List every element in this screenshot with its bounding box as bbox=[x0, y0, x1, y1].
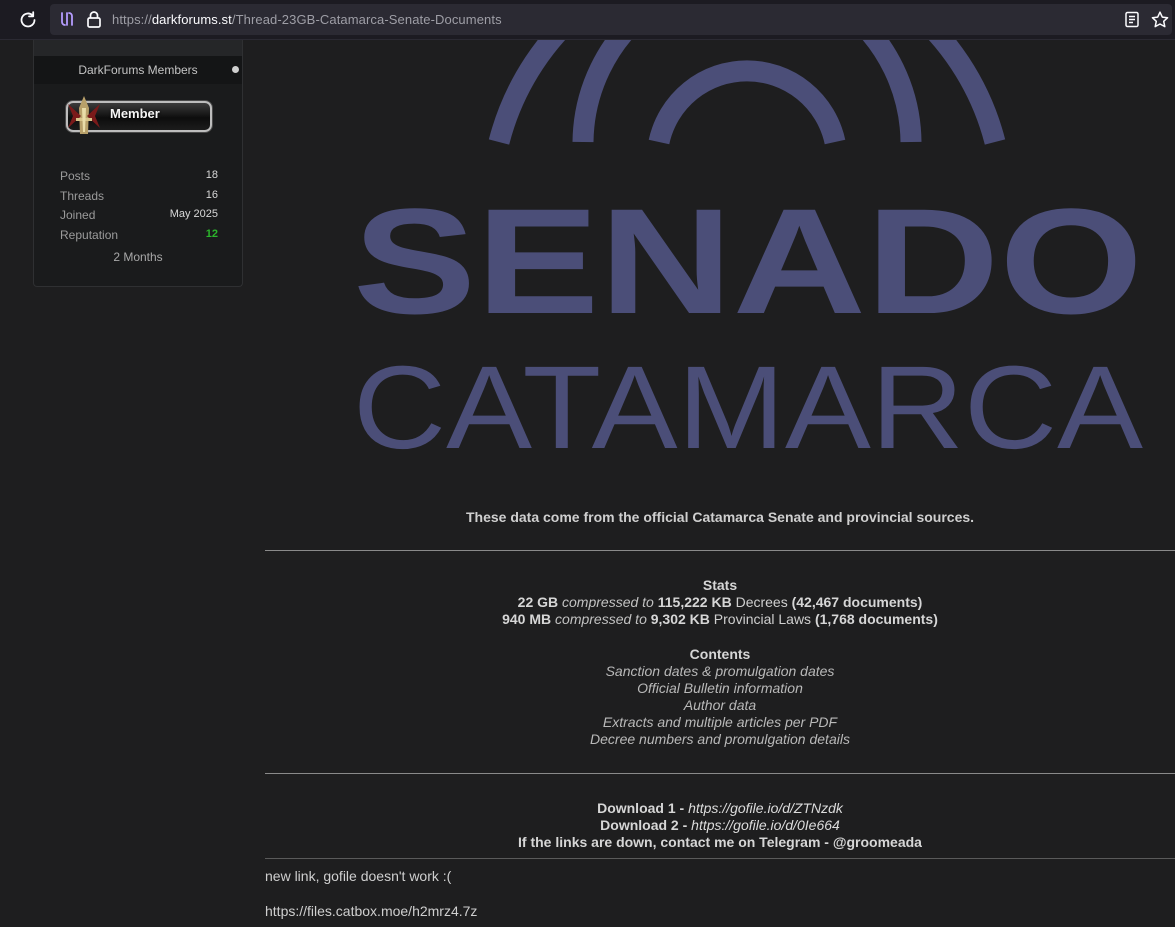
download-link-1[interactable]: https://gofile.io/d/ZTNzdk bbox=[688, 800, 843, 816]
divider bbox=[265, 550, 1175, 551]
stat-count: (42,467 documents) bbox=[791, 594, 923, 610]
stats-heading: Stats bbox=[702, 577, 738, 593]
usergroup-header: DarkForums Members bbox=[34, 56, 242, 84]
reader-view-icon[interactable] bbox=[1124, 11, 1140, 28]
member-rank-badge: Member bbox=[64, 96, 214, 136]
rank-emblem-icon bbox=[68, 96, 100, 134]
stat-size: 22 GB bbox=[517, 594, 559, 610]
usergroup-title: DarkForums Members bbox=[78, 63, 198, 77]
user-info-card: DarkForums Members Member Posts 18 Threa… bbox=[33, 56, 243, 287]
reputation-value[interactable]: 12 bbox=[206, 228, 218, 240]
bookmark-star-icon[interactable] bbox=[1150, 10, 1170, 30]
senado-logo: SENADO CATAMARCA bbox=[353, 40, 1143, 474]
sidebar-top-strip bbox=[33, 40, 243, 56]
post-banner-image: SENADO CATAMARCA bbox=[265, 40, 1175, 480]
time-spent: 2 Months bbox=[113, 250, 163, 264]
stat-kind: Provincial Laws bbox=[713, 611, 812, 627]
contents-item: Sanction dates & promulgation dates bbox=[605, 663, 835, 679]
contents-item: Author data bbox=[683, 697, 757, 713]
stat-connector: compressed to bbox=[562, 594, 654, 610]
stat-label: Reputation bbox=[60, 228, 119, 243]
stat-value: May 2025 bbox=[169, 208, 218, 221]
contents-item: Official Bulletin information bbox=[637, 680, 803, 696]
stat-label: Threads bbox=[60, 188, 105, 203]
stat-row-threads: Threads 16 bbox=[60, 189, 218, 209]
online-status-dot bbox=[232, 66, 239, 73]
contents-item: Decree numbers and promulgation details bbox=[590, 731, 850, 747]
stat-value: 18 bbox=[205, 169, 218, 181]
stat-row-posts: Posts 18 bbox=[60, 169, 218, 189]
stat-compressed: 9,302 KB bbox=[650, 611, 710, 627]
download-link-2[interactable]: https://gofile.io/d/0Ie664 bbox=[691, 817, 840, 833]
post-separator bbox=[265, 858, 1175, 859]
contents-section: Contents Sanction dates & promulgation d… bbox=[265, 646, 1175, 748]
contents-item: Extracts and multiple articles per PDF bbox=[602, 714, 838, 730]
user-stats: Posts 18 Threads 16 Joined May 2025 Repu… bbox=[60, 169, 218, 248]
lock-icon[interactable] bbox=[86, 10, 102, 28]
stat-connector: compressed to bbox=[555, 611, 647, 627]
logo-arcs bbox=[488, 40, 1006, 145]
badge-label: Member bbox=[110, 106, 160, 121]
contact-note: If the links are down, contact me on Tel… bbox=[518, 834, 922, 850]
stats-line-decrees: 22 GB compressed to 115,222 KB Decrees (… bbox=[265, 594, 1175, 611]
post-lead-text: These data come from the official Catama… bbox=[465, 509, 975, 525]
url-scheme: https:// bbox=[112, 12, 152, 27]
download-label: Download 2 - bbox=[600, 817, 692, 833]
logo-line2: CATAMARCA bbox=[353, 342, 1143, 474]
stat-kind: Decrees bbox=[735, 594, 788, 610]
download-line-1: Download 1 - https://gofile.io/d/ZTNzdk bbox=[265, 800, 1175, 817]
url-path: /Thread-23GB-Catamarca-Senate-Documents bbox=[231, 12, 502, 27]
url-host: darkforums.st bbox=[151, 12, 232, 27]
stats-line-laws: 940 MB compressed to 9,302 KB Provincial… bbox=[265, 611, 1175, 628]
reload-icon[interactable] bbox=[17, 9, 39, 31]
stat-count: (1,768 documents) bbox=[814, 611, 938, 627]
stat-row-joined: Joined May 2025 bbox=[60, 208, 218, 228]
stats-section: Stats 22 GB compressed to 115,222 KB Dec… bbox=[265, 577, 1175, 628]
reply-text: new link, gofile doesn't work :( bbox=[265, 868, 452, 884]
logo-line1: SENADO bbox=[353, 177, 1143, 345]
stat-row-reputation: Reputation 12 bbox=[60, 228, 218, 248]
stat-size: 940 MB bbox=[502, 611, 552, 627]
url-text[interactable]: https://darkforums.st/Thread-23GB-Catama… bbox=[112, 12, 502, 27]
stat-compressed: 115,222 KB bbox=[657, 594, 732, 610]
stat-label: Joined bbox=[60, 208, 96, 223]
contents-heading: Contents bbox=[689, 646, 751, 662]
browser-toolbar: https://darkforums.st/Thread-23GB-Catama… bbox=[0, 0, 1175, 40]
reply-link[interactable]: https://files.catbox.moe/h2mrz4.7z bbox=[265, 903, 477, 919]
tor-circuit-icon[interactable] bbox=[58, 10, 76, 28]
download-label: Download 1 - bbox=[597, 800, 689, 816]
divider bbox=[265, 773, 1175, 774]
download-line-2: Download 2 - https://gofile.io/d/0Ie664 bbox=[265, 817, 1175, 834]
stat-value: 16 bbox=[205, 188, 218, 201]
downloads-section: Download 1 - https://gofile.io/d/ZTNzdk … bbox=[265, 800, 1175, 851]
stat-label: Posts bbox=[60, 169, 91, 183]
